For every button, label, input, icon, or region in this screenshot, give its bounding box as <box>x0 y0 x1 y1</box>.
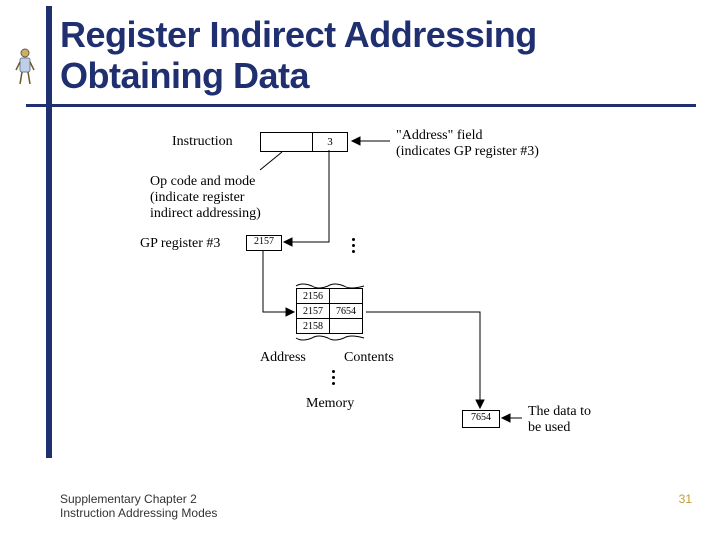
diagram-lines <box>130 128 650 458</box>
person-icon <box>14 46 36 86</box>
slide-title: Register Indirect Addressing Obtaining D… <box>60 14 537 97</box>
left-bar <box>46 6 52 458</box>
footer: Supplementary Chapter 2 Instruction Addr… <box>60 492 217 521</box>
title-line-2: Obtaining Data <box>60 55 309 96</box>
title-underline <box>26 104 696 107</box>
diagram: Instruction 3 "Address" field (indicates… <box>130 128 650 458</box>
footer-line-2: Instruction Addressing Modes <box>60 506 217 520</box>
title-line-1: Register Indirect Addressing <box>60 14 537 55</box>
page-number: 31 <box>679 492 692 506</box>
footer-line-1: Supplementary Chapter 2 <box>60 492 197 506</box>
slide: Register Indirect Addressing Obtaining D… <box>0 0 720 540</box>
